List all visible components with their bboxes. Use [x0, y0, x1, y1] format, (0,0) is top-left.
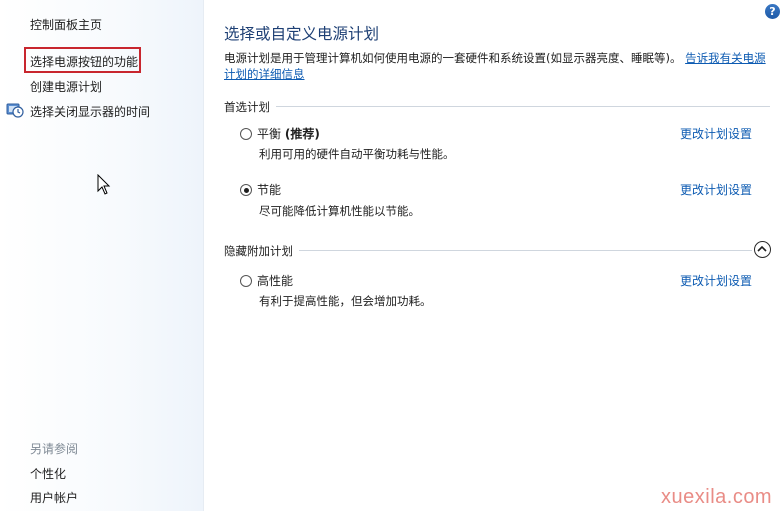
help-icon[interactable]: ?	[765, 4, 780, 19]
plan-power-saver-radio[interactable]	[240, 184, 252, 196]
section-label: 首选计划	[224, 99, 276, 115]
sidebar-item-power-buttons[interactable]: 选择电源按钮的功能	[30, 53, 138, 70]
plan-balanced-radio[interactable]	[240, 128, 252, 140]
page-description: 电源计划是用于管理计算机如何使用电源的一套硬件和系统设置(如显示器亮度、睡眠等)…	[224, 50, 776, 82]
see-also-personalization-link[interactable]: 个性化	[30, 465, 66, 482]
plan-power-saver-label[interactable]: 节能	[257, 181, 281, 198]
sidebar: 控制面板主页 选择电源按钮的功能 创建电源计划 选择关闭显示器的时间 另请参阅 …	[0, 0, 204, 511]
display-clock-icon	[6, 103, 24, 118]
section-label: 隐藏附加计划	[224, 243, 299, 259]
collapse-hidden-plans-button[interactable]	[754, 241, 771, 258]
divider	[224, 250, 752, 251]
plan-high-performance-radio[interactable]	[240, 275, 252, 287]
sidebar-item-display-timeout[interactable]: 选择关闭显示器的时间	[30, 103, 150, 120]
plan-power-saver-desc: 尽可能降低计算机性能以节能。	[259, 204, 420, 218]
plan-high-performance-desc: 有利于提高性能，但会增加功耗。	[259, 294, 432, 308]
see-also-heading: 另请参阅	[30, 442, 79, 456]
control-panel-home-link[interactable]: 控制面板主页	[30, 16, 102, 33]
preferred-plans-section: 首选计划	[224, 99, 770, 115]
plan-high-performance-change-link[interactable]: 更改计划设置	[680, 272, 752, 289]
sidebar-item-create-plan[interactable]: 创建电源计划	[30, 78, 102, 95]
plan-balanced-desc: 利用可用的硬件自动平衡功耗与性能。	[259, 147, 455, 161]
plan-tag: (推荐)	[284, 127, 320, 141]
plan-name: 平衡	[257, 127, 282, 141]
chevron-up-icon	[757, 245, 767, 252]
page-title: 选择或自定义电源计划	[224, 25, 380, 43]
watermark: xuexila.com	[661, 486, 773, 508]
plan-power-saver-change-link[interactable]: 更改计划设置	[680, 181, 752, 198]
plan-balanced-label[interactable]: 平衡 (推荐)	[257, 125, 320, 142]
description-text: 电源计划是用于管理计算机如何使用电源的一套硬件和系统设置(如显示器亮度、睡眠等)…	[224, 51, 682, 65]
mouse-cursor-icon	[97, 174, 111, 195]
hidden-plans-section: 隐藏附加计划	[224, 243, 752, 259]
see-also-user-accounts-link[interactable]: 用户帐户	[30, 489, 78, 506]
plan-balanced-change-link[interactable]: 更改计划设置	[680, 125, 752, 142]
divider	[224, 106, 770, 107]
plan-high-performance-label[interactable]: 高性能	[257, 272, 293, 289]
